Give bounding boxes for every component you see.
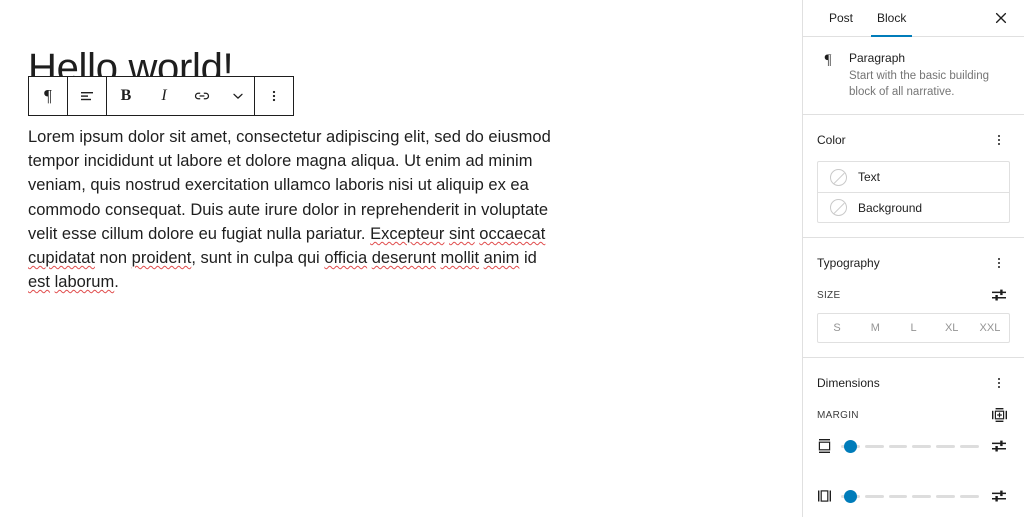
color-row-text[interactable]: Text xyxy=(818,162,1009,192)
margin-vertical-icon xyxy=(817,438,832,454)
font-size-s[interactable]: S xyxy=(818,314,856,342)
align-text-button[interactable] xyxy=(68,77,106,115)
font-size-label-row: SIZE xyxy=(817,284,1010,306)
typography-section-title: Typography xyxy=(817,256,880,270)
spellcheck-word: laborum xyxy=(54,273,115,292)
margin-horizontal-slider[interactable] xyxy=(841,489,979,503)
font-size-m[interactable]: M xyxy=(856,314,894,342)
margin-box-icon xyxy=(991,407,1008,423)
block-type-group: ¶ xyxy=(29,77,67,115)
block-card-description: Start with the basic building block of a… xyxy=(849,70,989,98)
editor-canvas: Hello world! ¶ B I Lorem ipsum dolor sit… xyxy=(0,0,802,517)
settings-sliders-icon xyxy=(991,489,1007,503)
dimensions-options-button[interactable] xyxy=(988,372,1010,394)
block-card-title: Paragraph xyxy=(849,51,906,65)
color-section: Color Text Background xyxy=(803,115,1024,238)
sidebar-tabs: Post Block xyxy=(803,0,1024,37)
link-icon xyxy=(193,88,211,104)
dimensions-section-header: Dimensions xyxy=(817,372,1010,394)
more-options-icon xyxy=(998,258,1000,268)
slider-track xyxy=(841,494,979,498)
dimensions-section-title: Dimensions xyxy=(817,376,880,390)
typography-section: Typography SIZE S M L XL XXL xyxy=(803,238,1024,358)
margin-horizontal-icon xyxy=(817,488,832,504)
close-sidebar-button[interactable] xyxy=(986,3,1016,33)
settings-sliders-icon xyxy=(991,288,1007,302)
spellcheck-word: est xyxy=(28,273,51,292)
editor-window: Hello world! ¶ B I Lorem ipsum dolor sit… xyxy=(0,0,1024,517)
margin-vertical-slider-row xyxy=(817,435,1010,457)
spellcheck-word: mollit xyxy=(440,249,480,268)
font-size-l[interactable]: L xyxy=(894,314,932,342)
color-section-title: Color xyxy=(817,133,846,147)
spellcheck-word: deserunt xyxy=(371,249,436,268)
color-section-header: Color xyxy=(817,129,1010,151)
font-size-picker: S M L XL XXL xyxy=(817,313,1010,343)
margin-sides-button[interactable] xyxy=(988,404,1010,426)
color-row-label: Background xyxy=(858,200,923,215)
margin-vertical-slider[interactable] xyxy=(841,439,979,453)
margin-label: MARGIN xyxy=(817,409,859,421)
slider-thumb[interactable] xyxy=(843,439,857,453)
block-card-section: ¶ Paragraph Start with the basic buildin… xyxy=(803,37,1024,115)
more-options-icon xyxy=(998,135,1000,145)
align-group xyxy=(68,77,106,115)
bold-button[interactable]: B xyxy=(107,77,145,115)
color-swatch-icon xyxy=(830,168,847,186)
color-options-button[interactable] xyxy=(988,129,1010,151)
block-card: ¶ Paragraph Start with the basic buildin… xyxy=(817,51,1010,100)
font-size-label: SIZE xyxy=(817,289,841,301)
color-row-label: Text xyxy=(858,170,881,184)
font-size-xl[interactable]: XL xyxy=(933,314,971,342)
margin-horizontal-slider-row xyxy=(817,485,1010,507)
paragraph-icon: ¶ xyxy=(44,86,52,105)
margin-horizontal-units-button[interactable] xyxy=(988,485,1010,507)
color-swatch-icon xyxy=(830,199,847,216)
block-toolbar: ¶ B I xyxy=(28,76,294,116)
margin-vertical-units-button[interactable] xyxy=(988,435,1010,457)
paragraph-block[interactable]: Lorem ipsum dolor sit amet, consectetur … xyxy=(28,125,552,294)
italic-button[interactable]: I xyxy=(145,77,183,115)
settings-sliders-icon xyxy=(991,439,1007,453)
chevron-down-icon xyxy=(231,89,245,103)
options-group xyxy=(255,77,293,115)
color-swatch-list: Text Background xyxy=(817,161,1010,223)
tab-post[interactable]: Post xyxy=(817,0,865,36)
font-size-xxl[interactable]: XXL xyxy=(971,314,1009,342)
paragraph-block-type-button[interactable]: ¶ xyxy=(29,77,67,115)
spellcheck-word: cupidatat xyxy=(28,249,95,268)
margin-label-row: MARGIN xyxy=(817,404,1010,426)
align-text-icon xyxy=(79,88,95,104)
font-size-custom-toggle-button[interactable] xyxy=(988,284,1010,306)
typography-section-header: Typography xyxy=(817,252,1010,274)
typography-options-button[interactable] xyxy=(988,252,1010,274)
spellcheck-word: Excepteur xyxy=(370,224,445,243)
spellcheck-word: anim xyxy=(483,249,520,268)
spellcheck-word: occaecat xyxy=(479,224,546,243)
dimensions-section: Dimensions MARGIN xyxy=(803,358,1024,517)
more-options-icon xyxy=(998,378,1000,388)
spellcheck-word: proident xyxy=(131,249,192,268)
more-options-icon xyxy=(272,88,276,104)
spellcheck-word: officia xyxy=(324,249,368,268)
tab-block[interactable]: Block xyxy=(865,0,918,37)
paragraph-icon: ¶ xyxy=(824,52,832,68)
close-icon xyxy=(994,11,1008,25)
slider-track xyxy=(841,444,979,448)
color-row-background[interactable]: Background xyxy=(818,192,1009,222)
more-rich-text-button[interactable] xyxy=(221,77,254,115)
link-button[interactable] xyxy=(183,77,221,115)
settings-sidebar: Post Block ¶ Paragraph Start with the ba… xyxy=(802,0,1024,517)
rich-text-group: B I xyxy=(107,77,254,115)
slider-thumb[interactable] xyxy=(843,489,857,503)
more-options-button[interactable] xyxy=(255,77,293,115)
spellcheck-word: sint xyxy=(449,224,475,243)
